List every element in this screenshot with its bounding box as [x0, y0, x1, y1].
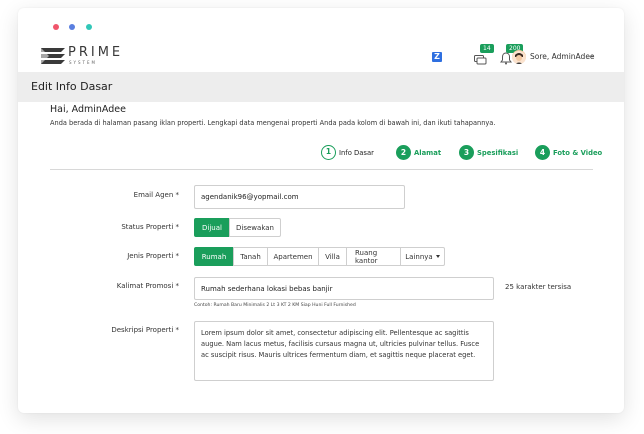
jenis-toggle-group: Rumah Tanah Apartemen Villa Ruang kantor… — [194, 247, 445, 266]
deskripsi-value: Lorem ipsum dolor sit amet, consectetur … — [201, 329, 480, 359]
step-number: 2 — [396, 145, 411, 160]
status-dijual-button[interactable]: Dijual — [194, 218, 230, 237]
bell-icon — [500, 52, 512, 65]
maximize-window-dot[interactable] — [86, 24, 92, 30]
email-field[interactable]: agendanik96@yopmail.com — [194, 185, 405, 209]
step-label: Foto & Video — [553, 149, 603, 157]
close-window-dot[interactable] — [53, 24, 59, 30]
step-label: Alamat — [414, 149, 442, 157]
step-number: 4 — [535, 145, 550, 160]
jenis-tanah-button[interactable]: Tanah — [233, 247, 268, 266]
window-titlebar — [18, 8, 624, 38]
page-title: Edit Info Dasar — [31, 80, 113, 93]
z-app-icon[interactable]: Z — [432, 52, 442, 62]
messages-icon[interactable]: 14 — [474, 44, 494, 65]
jenis-lainnya-dropdown[interactable]: Lainnya — [400, 247, 445, 266]
lainnya-label: Lainnya — [405, 252, 433, 261]
step-number: 1 — [321, 145, 336, 160]
caret-down-icon — [435, 255, 440, 258]
kalimat-value: Rumah sederhana lokasi bebas banjir — [201, 284, 333, 293]
prime-system-logo[interactable]: PRIME SYSTEM — [41, 43, 120, 69]
kalimat-helper-text: Contoh: Rumah Baru Minimalis 2 Lt 3 KT 2… — [194, 303, 356, 308]
step-label: Spesifikasi — [477, 149, 519, 157]
messages-badge: 14 — [480, 44, 494, 53]
logo-mark-icon — [41, 48, 65, 64]
jenis-apartemen-button[interactable]: Apartemen — [267, 247, 319, 266]
jenis-ruang-kantor-button[interactable]: Ruang kantor — [346, 247, 401, 266]
logo-text: PRIME — [68, 45, 124, 60]
step-label: Info Dasar — [339, 149, 374, 157]
jenis-rumah-button[interactable]: Rumah — [194, 247, 234, 266]
user-greeting[interactable]: Sore, AdminAdee — [530, 52, 595, 61]
avatar-person-icon — [512, 51, 526, 64]
kalimat-char-counter: 25 karakter tersisa — [505, 283, 572, 291]
section-divider — [50, 169, 593, 170]
top-navbar: PRIME SYSTEM Z 14 200 Sore, AdminAdee ⌄ — [18, 40, 624, 72]
status-disewakan-button[interactable]: Disewakan — [229, 218, 281, 237]
intro-text: Anda berada di halaman pasang iklan prop… — [50, 119, 496, 127]
greeting-heading: Hai, AdminAdee — [50, 104, 126, 115]
deskripsi-textarea[interactable]: Lorem ipsum dolor sit amet, consectetur … — [194, 321, 494, 381]
user-avatar[interactable] — [512, 50, 526, 64]
status-toggle-group: Dijual Disewakan — [194, 218, 281, 237]
kalimat-promosi-field[interactable]: Rumah sederhana lokasi bebas banjir — [194, 277, 494, 300]
chat-bubble-icon — [474, 55, 487, 65]
jenis-villa-button[interactable]: Villa — [318, 247, 347, 266]
step-number: 3 — [459, 145, 474, 160]
jenis-label: Jenis Properti * — [127, 252, 179, 260]
minimize-window-dot[interactable] — [69, 24, 75, 30]
email-label: Email Agen * — [133, 191, 179, 199]
logo-subtext: SYSTEM — [69, 60, 97, 65]
status-label: Status Properti * — [121, 223, 179, 231]
kalimat-label: Kalimat Promosi * — [116, 282, 179, 290]
progress-steps: 1 Info Dasar 2 Alamat 3 Spesifikasi 4 Fo… — [321, 145, 603, 161]
deskripsi-label: Deskripsi Properti * — [111, 326, 179, 334]
page-header-bar: Edit Info Dasar — [18, 72, 624, 102]
email-value: agendanik96@yopmail.com — [201, 193, 299, 201]
chevron-down-icon[interactable]: ⌄ — [589, 51, 595, 59]
